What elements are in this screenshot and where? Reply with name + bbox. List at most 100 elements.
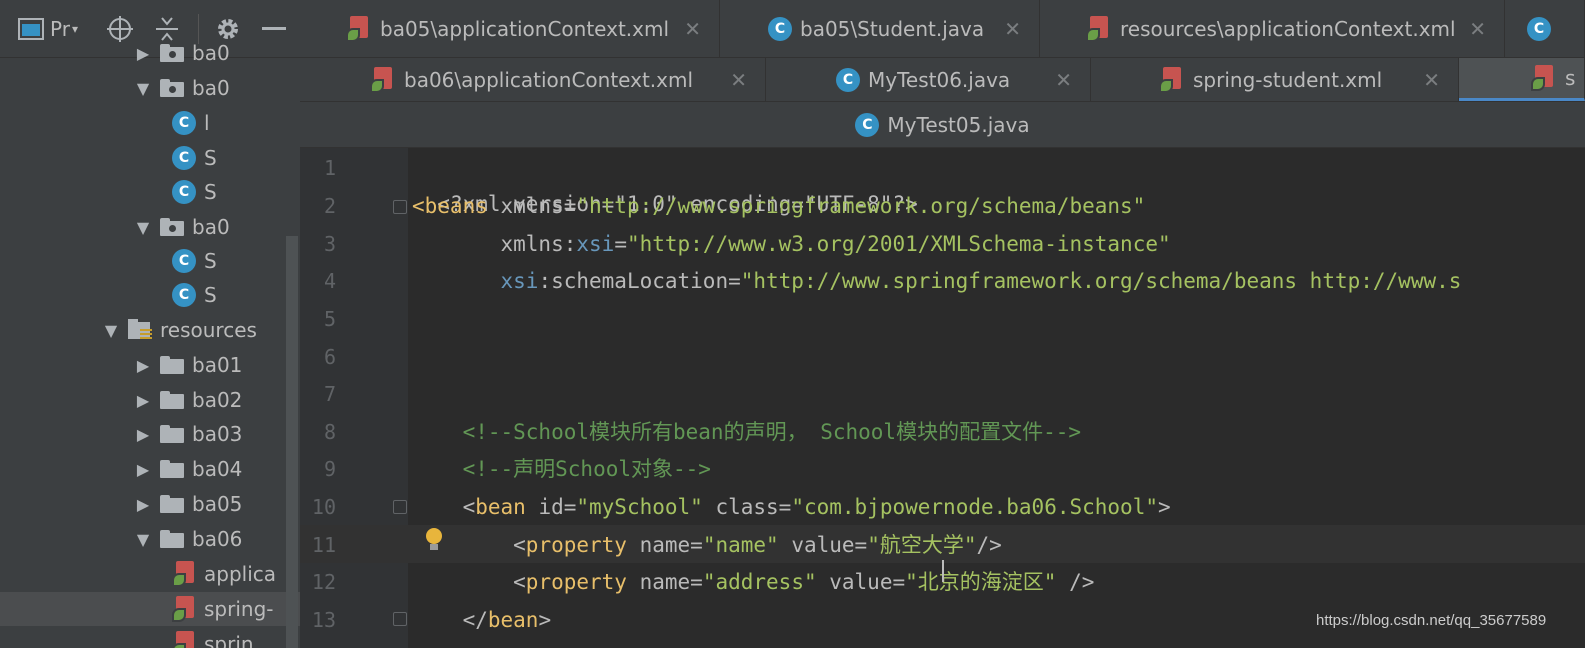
package-icon [160, 79, 184, 97]
package-icon [160, 218, 184, 236]
tree-item-label: S [204, 283, 217, 307]
fold-marker[interactable] [393, 612, 407, 626]
java-class-icon: C [172, 146, 196, 170]
editor-tab[interactable]: s [1459, 58, 1585, 101]
folder-icon [160, 460, 184, 478]
code-line-12: <property name="address" value="北京的海淀区" … [412, 564, 1094, 600]
value-schema-location: "http://www.springframework.org/schema/b… [740, 269, 1462, 293]
project-scrollbar[interactable] [286, 236, 298, 648]
attr-xmlns: xmlns= [487, 194, 577, 218]
comment-declare-school: <!--声明School对象--> [412, 457, 711, 481]
attr-xmlns-xsi: xmlns: [412, 232, 577, 256]
chevron-down-icon: ▾ [71, 22, 78, 36]
expand-arrow-icon[interactable]: ▼ [132, 218, 154, 237]
line-number: 1 [323, 156, 336, 180]
editor-tab[interactable]: Cba05\Student.java ✕ [720, 0, 1040, 57]
tree-item-xml[interactable]: sprin [0, 627, 300, 648]
line-number: 6 [323, 345, 336, 369]
folder-icon [160, 391, 184, 409]
tree-item-class[interactable]: CS [0, 175, 300, 209]
tree-item-xml[interactable]: spring- [0, 592, 300, 626]
line-number: 9 [323, 457, 336, 481]
tree-item-folder[interactable]: ▶ ba03 [0, 417, 300, 451]
collapse-arrow-icon[interactable]: ▶ [132, 460, 154, 479]
line-number: 11 [311, 533, 336, 557]
collapse-arrow-icon[interactable]: ▶ [132, 425, 154, 444]
bracket: < [412, 533, 526, 557]
bracket: </ [412, 608, 488, 632]
editor-tab[interactable]: ba06\applicationContext.xml ✕ [300, 58, 766, 101]
tree-item-class[interactable]: Cl [0, 106, 300, 140]
tree-item-folder[interactable]: ▶ ba02 [0, 383, 300, 417]
tree-item-folder[interactable]: ▶ ba04 [0, 452, 300, 486]
tree-item-package[interactable]: ▼ ba0 [0, 71, 300, 105]
collapse-arrow-icon[interactable]: ▶ [132, 356, 154, 375]
editor-tab[interactable]: resources\applicationContext.xml ✕ [1040, 0, 1505, 57]
collapse-arrow-icon[interactable]: ▶ [132, 391, 154, 410]
attr-name: name= [626, 533, 703, 557]
tree-item-package[interactable]: ▼ ba0 [0, 210, 300, 244]
value-xmlns-xsi: "http://www.w3.org/2001/XMLSchema-instan… [626, 232, 1171, 256]
close-icon[interactable]: ✕ [1004, 17, 1021, 41]
line-number: 12 [311, 570, 336, 594]
tag-property: property [525, 533, 627, 557]
code-line-4: xsi:schemaLocation="http://www.springfra… [412, 263, 1462, 299]
expand-arrow-icon[interactable]: ▼ [100, 321, 122, 340]
equals: = [614, 232, 627, 256]
spring-xml-icon [1086, 15, 1112, 42]
collapse-arrow-icon[interactable]: ▶ [132, 495, 154, 514]
tab-label: ba06\applicationContext.xml [404, 67, 694, 92]
fold-marker[interactable] [393, 500, 407, 514]
tree-item-resources[interactable]: ▼ resources [0, 313, 300, 347]
fold-marker[interactable] [393, 200, 407, 214]
tab-label: resources\applicationContext.xml [1120, 16, 1456, 41]
tab-label: MyTest06.java [868, 67, 1011, 92]
code-line-11: <property name="name" value="航空大学"/> [412, 527, 1002, 563]
tree-item-label: ba0 [192, 41, 230, 65]
value-name: "name" [702, 533, 779, 557]
code-line-13: </bean> [412, 602, 552, 638]
tree-item-class[interactable]: CS [0, 141, 300, 175]
tree-item-label: resources [160, 318, 257, 342]
tree-item-label: ba05 [192, 492, 243, 516]
tree-item-class[interactable]: CS [0, 278, 300, 312]
spring-xml-icon [346, 15, 372, 42]
tree-item-label: ba0 [192, 215, 230, 239]
expand-arrow-icon[interactable]: ▼ [132, 79, 154, 98]
text-cursor [942, 560, 944, 582]
close-icon[interactable]: ✕ [1423, 68, 1440, 92]
package-icon [160, 44, 184, 62]
java-class-icon: C [836, 67, 860, 92]
folder-icon [160, 530, 184, 548]
tree-item-package[interactable]: ▶ ba0 [0, 36, 300, 70]
close-icon[interactable]: ✕ [730, 68, 747, 92]
editor-tab[interactable]: spring-student.xml ✕ [1091, 58, 1459, 101]
tree-item-folder[interactable]: ▶ ba01 [0, 348, 300, 382]
tree-item-label: S [204, 180, 217, 204]
code-line-1: <?xml version="1.0" encoding="UTF-8"?> [412, 150, 917, 216]
java-class-icon: C [855, 112, 880, 137]
editor-tab[interactable]: C MyTest06.java ✕ [766, 58, 1091, 101]
editor-tab[interactable]: ba05\applicationContext.xml ✕ [300, 0, 720, 57]
collapse-arrow-icon[interactable]: ▶ [132, 44, 154, 63]
value-value: "航空大学" [867, 533, 977, 557]
value-class: "com.bjpowernode.ba06.School" [791, 495, 1158, 519]
tree-item-class[interactable]: CS [0, 244, 300, 278]
close-icon[interactable]: ✕ [684, 17, 701, 41]
bracket: < [412, 570, 526, 594]
line-number: 4 [323, 269, 336, 293]
close-icon[interactable]: ✕ [1055, 68, 1072, 92]
tree-item-xml[interactable]: applica [0, 557, 300, 591]
tree-item-folder[interactable]: ▶ ba05 [0, 487, 300, 521]
line-number: 8 [323, 420, 336, 444]
editor-tab-mytest05[interactable]: C MyTest05.java [300, 102, 1585, 148]
tree-item-label: ba04 [192, 457, 243, 481]
spring-xml-icon [370, 66, 396, 93]
tab-label: s [1565, 66, 1576, 90]
project-tool-window: Pr ▾ ▶ ba0 ▼ ba0 Cl C S C S ▼ ba0 C S C S ▼ resources ▶ ba… [0, 0, 300, 648]
tree-item-folder[interactable]: ▼ ba06 [0, 522, 300, 556]
editor-tab[interactable]: C [1505, 0, 1585, 57]
close-icon[interactable]: ✕ [1469, 17, 1486, 41]
expand-arrow-icon[interactable]: ▼ [132, 530, 154, 549]
spring-xml-icon [172, 561, 198, 587]
